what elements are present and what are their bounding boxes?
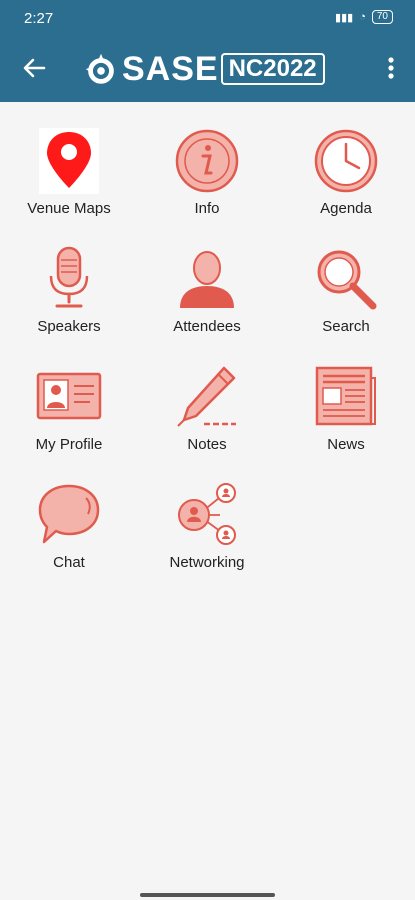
tile-search[interactable]: Search bbox=[277, 246, 415, 335]
tile-label: Speakers bbox=[37, 318, 101, 335]
tile-chat[interactable]: Chat bbox=[0, 482, 138, 571]
tile-label: Search bbox=[322, 318, 370, 335]
status-time: 2:27 bbox=[24, 10, 54, 27]
tile-info[interactable]: Info bbox=[138, 128, 276, 217]
tile-venue-maps[interactable]: Venue Maps bbox=[0, 128, 138, 217]
network-icon bbox=[178, 483, 236, 545]
microphone-icon bbox=[49, 246, 89, 308]
map-pin-icon bbox=[39, 128, 99, 194]
status-bar: 2:27 ▮▮▮ ◔ 70 bbox=[0, 0, 415, 38]
person-icon bbox=[180, 251, 234, 308]
battery-indicator: 70 bbox=[371, 10, 393, 24]
back-arrow-icon[interactable] bbox=[18, 52, 50, 84]
more-options-icon[interactable] bbox=[381, 52, 401, 84]
tile-my-profile[interactable]: My Profile bbox=[0, 364, 138, 453]
status-icons: ▮▮▮ ◔ 70 bbox=[335, 10, 393, 24]
app-bar: SASE NC2022 bbox=[0, 38, 415, 102]
clock-icon bbox=[314, 129, 378, 193]
tile-label: Chat bbox=[53, 554, 85, 571]
id-card-icon bbox=[36, 372, 102, 420]
tile-label: Attendees bbox=[173, 318, 241, 335]
tile-agenda[interactable]: Agenda bbox=[277, 128, 415, 217]
info-icon bbox=[175, 129, 239, 193]
tile-attendees[interactable]: Attendees bbox=[138, 246, 276, 335]
pen-icon bbox=[177, 366, 236, 427]
gear-logo-icon bbox=[85, 53, 114, 84]
tile-label: Info bbox=[194, 200, 220, 217]
home-indicator[interactable] bbox=[140, 893, 275, 897]
magnifier-icon bbox=[317, 250, 377, 310]
tile-label: Venue Maps bbox=[27, 200, 111, 217]
logo-text-sase: SASE bbox=[122, 49, 219, 88]
chat-bubble-icon bbox=[38, 484, 100, 544]
signal-icon: ▮▮▮ bbox=[335, 11, 354, 24]
tile-label: Agenda bbox=[320, 200, 372, 217]
tile-label: My Profile bbox=[35, 436, 103, 453]
newspaper-icon bbox=[315, 366, 376, 426]
tile-news[interactable]: News bbox=[277, 364, 415, 453]
tile-notes[interactable]: Notes bbox=[138, 364, 276, 453]
tile-label: News bbox=[327, 436, 365, 453]
wifi-icon: ◔ bbox=[359, 11, 366, 23]
logo-text-nc: NC2022 bbox=[220, 53, 325, 85]
tile-label: Notes bbox=[187, 436, 227, 453]
tile-networking[interactable]: Networking bbox=[138, 482, 276, 571]
sase-logo: SASE NC2022 bbox=[82, 46, 325, 92]
tile-label: Networking bbox=[169, 554, 245, 571]
tile-speakers[interactable]: Speakers bbox=[0, 246, 138, 335]
